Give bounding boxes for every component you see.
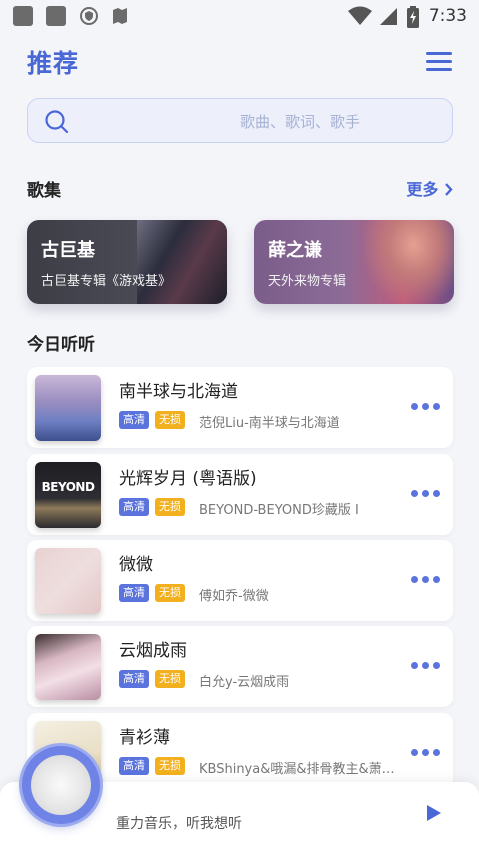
player-disc[interactable] bbox=[22, 746, 100, 824]
hq-badge: 高清 bbox=[119, 670, 149, 688]
more-options-icon[interactable] bbox=[411, 403, 441, 411]
more-options-icon[interactable] bbox=[411, 749, 441, 757]
song-cover bbox=[35, 375, 101, 441]
song-title: 光辉岁月 (粤语版) bbox=[119, 469, 257, 489]
more-link[interactable]: 更多 bbox=[406, 176, 453, 200]
album-name: 薛之谦 bbox=[268, 240, 322, 261]
album-cover-image bbox=[137, 220, 227, 304]
albums-section-title: 歌集 bbox=[27, 181, 61, 201]
song-cover: BEYOND bbox=[35, 462, 101, 528]
status-bar: 7:33 bbox=[0, 0, 479, 34]
more-label: 更多 bbox=[406, 180, 439, 199]
cover-text: BEYOND bbox=[41, 480, 95, 494]
song-subtitle: KBShinya&哦漏&排骨教主&萧… bbox=[199, 762, 395, 777]
disc-cover bbox=[31, 755, 91, 815]
hq-badge: 高清 bbox=[119, 757, 149, 775]
notification-icon bbox=[13, 6, 33, 26]
song-subtitle: 傅如乔-微微 bbox=[199, 589, 269, 604]
song-title: 青衫薄 bbox=[119, 728, 170, 748]
lossless-badge: 无损 bbox=[155, 757, 185, 775]
search-input[interactable]: 歌曲、歌词、歌手 bbox=[27, 98, 453, 143]
chevron-right-icon bbox=[445, 183, 453, 196]
song-cover bbox=[35, 548, 101, 614]
song-cover bbox=[35, 634, 101, 700]
wifi-icon bbox=[348, 6, 372, 25]
song-subtitle: 范倪Liu-南半球与北海道 bbox=[199, 416, 340, 431]
song-subtitle: 白允y-云烟成雨 bbox=[199, 675, 290, 690]
hq-badge: 高清 bbox=[119, 584, 149, 602]
page-title: 推荐 bbox=[27, 49, 80, 78]
notification-icon bbox=[46, 6, 66, 26]
song-title: 南半球与北海道 bbox=[119, 382, 238, 402]
song-subtitle: BEYOND-BEYOND珍藏版 I bbox=[199, 503, 359, 518]
album-desc: 古巨基专辑《游戏基》 bbox=[41, 274, 172, 289]
song-item[interactable]: 云烟成雨 高清 无损 白允y-云烟成雨 bbox=[27, 626, 453, 707]
album-cover-image bbox=[364, 220, 454, 304]
song-title: 云烟成雨 bbox=[119, 641, 187, 661]
player-slogan: 重力音乐，听我想听 bbox=[116, 816, 242, 832]
song-item[interactable]: 微微 高清 无损 傅如乔-微微 bbox=[27, 540, 453, 621]
map-icon bbox=[113, 8, 127, 24]
hq-badge: 高清 bbox=[119, 411, 149, 429]
shield-icon bbox=[80, 7, 98, 25]
lossless-badge: 无损 bbox=[155, 498, 185, 516]
today-section-title: 今日听听 bbox=[27, 335, 95, 355]
menu-icon[interactable] bbox=[426, 52, 452, 71]
album-name: 古巨基 bbox=[41, 240, 95, 261]
song-item[interactable]: BEYOND 光辉岁月 (粤语版) 高清 无损 BEYOND-BEYOND珍藏版… bbox=[27, 454, 453, 535]
search-placeholder: 歌曲、歌词、歌手 bbox=[239, 113, 360, 131]
hq-badge: 高清 bbox=[119, 498, 149, 516]
lossless-badge: 无损 bbox=[155, 670, 185, 688]
lossless-badge: 无损 bbox=[155, 411, 185, 429]
album-card[interactable]: 古巨基 古巨基专辑《游戏基》 bbox=[27, 220, 227, 304]
battery-charging-icon bbox=[407, 6, 419, 28]
more-options-icon[interactable] bbox=[411, 576, 441, 584]
lossless-badge: 无损 bbox=[155, 584, 185, 602]
signal-icon bbox=[380, 8, 397, 25]
more-options-icon[interactable] bbox=[411, 662, 441, 670]
more-options-icon[interactable] bbox=[411, 490, 441, 498]
play-icon[interactable] bbox=[425, 804, 443, 822]
song-item[interactable]: 南半球与北海道 高清 无损 范倪Liu-南半球与北海道 bbox=[27, 367, 453, 448]
album-desc: 天外来物专辑 bbox=[268, 274, 347, 289]
song-title: 微微 bbox=[119, 555, 153, 575]
album-card[interactable]: 薛之谦 天外来物专辑 bbox=[254, 220, 454, 304]
status-time: 7:33 bbox=[428, 6, 467, 26]
